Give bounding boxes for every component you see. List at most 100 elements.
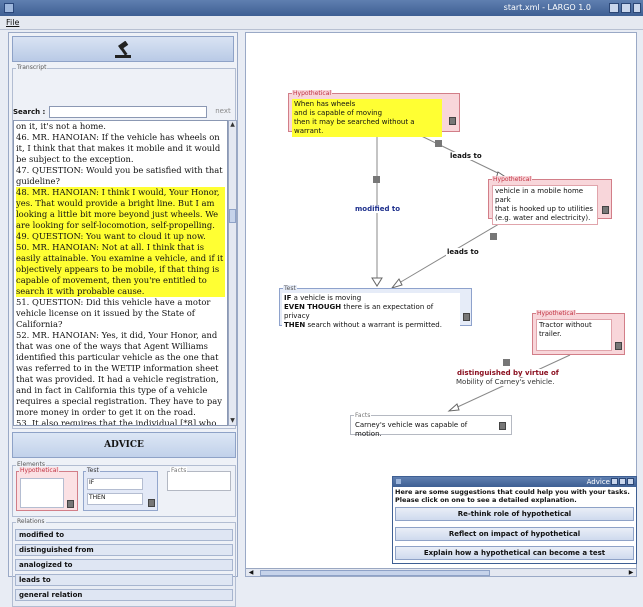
- transcript-text[interactable]: on it, it's not a home. 46. MR. HANOIAN: …: [13, 120, 228, 426]
- relation-distinguished-from[interactable]: distinguished from: [15, 544, 233, 556]
- scroll-thumb[interactable]: [229, 209, 236, 223]
- hyp2-line: vehicle in a mobile home park: [495, 187, 584, 204]
- advice-window-titlebar[interactable]: Advice: [393, 477, 636, 487]
- arrowhead-icon: [390, 278, 403, 289]
- test-then-field[interactable]: THEN: [87, 493, 143, 505]
- maximize-icon[interactable]: [619, 478, 626, 485]
- facts-node[interactable]: Facts Carney's vehicle was capable of mo…: [350, 412, 512, 438]
- relation-analogized-to[interactable]: analogized to: [15, 559, 233, 571]
- hypothetical-element-label: Hypothetical: [19, 467, 60, 474]
- hyp2-line: that is hooked up to utilities: [495, 205, 594, 213]
- transcript-line[interactable]: 53. It also requires that the individual…: [16, 418, 225, 425]
- trash-icon[interactable]: [449, 117, 456, 125]
- transcript-line[interactable]: 51. QUESTION: Did this vehicle have a mo…: [16, 297, 225, 330]
- hypothetical-node-text[interactable]: When has wheels and is capable of moving…: [292, 99, 442, 137]
- edge-label-leads-to-1: leads to: [449, 152, 483, 160]
- minimize-icon[interactable]: [611, 478, 618, 485]
- relation-leads-to[interactable]: leads to: [15, 574, 233, 586]
- minimize-window-button[interactable]: [609, 3, 619, 13]
- menu-file[interactable]: File: [6, 18, 19, 27]
- close-icon[interactable]: [627, 478, 634, 485]
- hyp1-line: When has wheels: [294, 100, 356, 108]
- hypothetical-node-1[interactable]: Hypothetical When has wheels and is capa…: [288, 90, 460, 137]
- test-node[interactable]: Test IF a vehicle is moving EVEN THOUGH …: [279, 285, 472, 331]
- test-row-then: THEN search without a warrant is permitt…: [284, 321, 442, 329]
- search-row: Search : next: [13, 106, 237, 118]
- transcript-line[interactable]: 48. MR. HANOIAN: I think I would, Your H…: [16, 187, 225, 231]
- advice-option-reflect[interactable]: Reflect on impact of hypothetical: [395, 527, 634, 541]
- transcript-group-label: Transcript: [16, 64, 48, 71]
- scroll-thumb[interactable]: [260, 570, 490, 576]
- advice-option-explain[interactable]: Explain how a hypothetical can become a …: [395, 546, 634, 560]
- facts-node-label: Facts: [354, 412, 372, 419]
- trash-icon[interactable]: [602, 206, 609, 214]
- hypothetical-node-2[interactable]: Hypothetical vehicle in a mobile home pa…: [488, 176, 612, 225]
- left-panel: Transcript Search : next on it, it's not…: [8, 32, 238, 607]
- trash-icon[interactable]: [615, 342, 622, 350]
- transcript-line[interactable]: 50. MR. HANOIAN: Not at all. I think tha…: [16, 242, 225, 297]
- edge-label-distinguished: distinguished by virtue of: [456, 369, 560, 377]
- transcript-line[interactable]: 52. MR. HANOIAN: Yes, it did, Your Honor…: [16, 330, 225, 418]
- canvas-horizontal-scrollbar[interactable]: ◀ ▶: [246, 568, 636, 576]
- facts-node-text[interactable]: Carney's vehicle was capable of motion.: [353, 420, 493, 440]
- advice-option-rethink[interactable]: Re-think role of hypothetical: [395, 507, 634, 521]
- trash-icon[interactable]: [499, 422, 506, 430]
- edge-handle-icon[interactable]: [490, 233, 497, 240]
- transcript-line[interactable]: 49. QUESTION: You want to cloud it up no…: [16, 231, 225, 242]
- scroll-right-icon[interactable]: ▶: [627, 569, 635, 576]
- trash-icon[interactable]: [67, 500, 74, 508]
- search-label: Search :: [13, 108, 46, 116]
- test-node-text[interactable]: IF a vehicle is moving EVEN THOUGH there…: [282, 293, 460, 331]
- edge-handle-icon[interactable]: [503, 359, 510, 366]
- search-input[interactable]: [49, 106, 207, 118]
- facts-element-label: Facts: [170, 467, 188, 474]
- edge-label-modified-to: modified to: [354, 205, 402, 213]
- trash-icon[interactable]: [148, 499, 155, 507]
- relation-general[interactable]: general relation: [15, 589, 233, 601]
- advice-window-icon: [396, 479, 401, 484]
- advice-button[interactable]: ADVICE: [12, 432, 236, 458]
- relation-modified-to[interactable]: modified to: [15, 529, 233, 541]
- relations-group: Relations modified to distinguished from…: [12, 518, 236, 607]
- gavel-icon: [115, 41, 131, 58]
- relations-group-label: Relations: [16, 518, 46, 525]
- scroll-up-icon[interactable]: ▲: [229, 121, 236, 129]
- hyp1-line: and is capable of moving: [294, 109, 383, 117]
- arrowhead-icon: [371, 277, 383, 287]
- hypothetical-element[interactable]: Hypothetical: [16, 467, 78, 511]
- transcript-line[interactable]: 47. QUESTION: Would you be satisfied wit…: [16, 165, 225, 187]
- trash-icon[interactable]: [463, 313, 470, 321]
- scroll-down-icon[interactable]: ▼: [229, 417, 236, 425]
- test-element[interactable]: Test IF THEN: [83, 467, 158, 511]
- hypothetical-node-text[interactable]: Tractor without trailer.: [536, 319, 612, 351]
- app-icon[interactable]: [4, 3, 14, 13]
- hypothetical-node-label: Hypothetical: [292, 90, 333, 97]
- next-button[interactable]: next: [209, 106, 237, 118]
- gavel-button[interactable]: [12, 36, 234, 62]
- hypothetical-node-text[interactable]: vehicle in a mobile home park that is ho…: [492, 185, 598, 225]
- title-bar: start.xml - LARGO 1.0: [0, 0, 643, 16]
- transcript-scrollbar[interactable]: ▲ ▼: [228, 120, 237, 426]
- hypothetical-element-text[interactable]: [20, 478, 64, 508]
- advice-window: Advice Here are some suggestions that co…: [392, 476, 637, 564]
- hyp1-line: then it may be searched without a warran…: [294, 118, 415, 135]
- facts-element[interactable]: Facts: [167, 467, 231, 491]
- test-row-if: IF a vehicle is moving: [284, 294, 362, 302]
- scroll-left-icon[interactable]: ◀: [247, 569, 255, 576]
- edge-handle-icon[interactable]: [435, 140, 442, 147]
- close-window-button[interactable]: [633, 3, 641, 13]
- edge-handle-icon[interactable]: [373, 176, 380, 183]
- test-node-label: Test: [283, 285, 297, 292]
- hyp2-line: (e.g. water and electricity).: [495, 214, 591, 222]
- elements-group: Elements Hypothetical Test IF THEN Facts: [12, 461, 236, 517]
- test-if-field[interactable]: IF: [87, 478, 143, 490]
- advice-window-title: Advice: [586, 478, 610, 486]
- test-element-label: Test: [86, 467, 100, 474]
- maximize-window-button[interactable]: [621, 3, 631, 13]
- hyp3-line: Tractor without trailer.: [539, 321, 592, 338]
- advice-message: Here are some suggestions that could hel…: [395, 488, 630, 504]
- transcript-line[interactable]: on it, it's not a home.: [16, 121, 225, 132]
- arrowhead-icon: [447, 403, 460, 412]
- hypothetical-node-3[interactable]: Hypothetical Tractor without trailer.: [532, 310, 625, 355]
- transcript-line[interactable]: 46. MR. HANOIAN: If the vehicle has whee…: [16, 132, 225, 165]
